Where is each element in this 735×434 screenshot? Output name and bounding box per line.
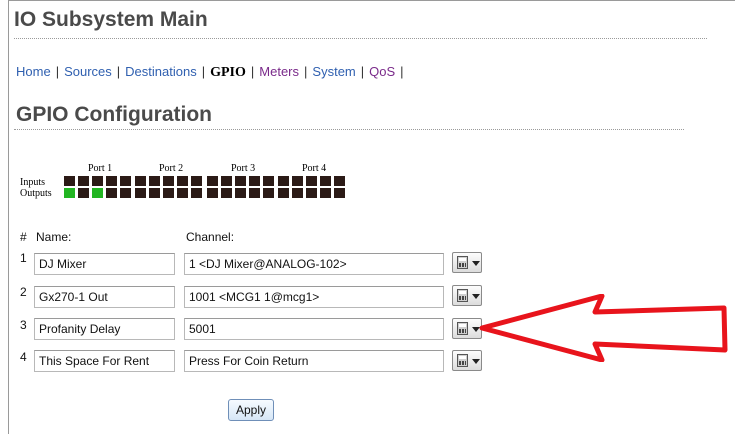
input-indicator <box>135 176 146 186</box>
input-indicator <box>120 176 131 186</box>
output-indicator <box>191 188 202 198</box>
row-number: 1 <box>20 251 27 265</box>
input-indicator <box>292 176 303 186</box>
calculator-icon <box>457 289 468 302</box>
red-arrow-annotation <box>479 294 728 362</box>
nav-separator: | <box>400 64 404 79</box>
input-indicator <box>191 176 202 186</box>
input-indicator <box>177 176 188 186</box>
nav-separator: | <box>116 64 121 79</box>
row-number: 2 <box>20 285 27 299</box>
output-indicator <box>78 188 89 198</box>
channel-field[interactable] <box>184 318 444 340</box>
nav-separator: | <box>201 64 206 79</box>
port-label: Port 4 <box>302 163 327 174</box>
nav-separator: | <box>55 64 60 79</box>
nav-separator: | <box>360 64 365 79</box>
section-title: GPIO Configuration <box>16 103 212 126</box>
name-field[interactable] <box>34 253 175 275</box>
input-indicator <box>235 176 246 186</box>
input-indicator <box>163 176 174 186</box>
port-label: Port 3 <box>231 163 256 174</box>
output-indicator <box>263 188 274 198</box>
output-indicator <box>106 188 117 198</box>
name-field[interactable] <box>34 350 175 372</box>
input-indicator <box>249 176 260 186</box>
nav-separator: | <box>250 64 255 79</box>
output-indicator <box>177 188 188 198</box>
name-field[interactable] <box>34 286 175 308</box>
name-field[interactable] <box>34 318 175 340</box>
output-indicator <box>249 188 260 198</box>
row-number: 3 <box>20 318 27 332</box>
column-header-num: # <box>20 230 27 244</box>
arrow-outline <box>479 294 728 362</box>
nav-separator: | <box>304 64 308 79</box>
output-indicator <box>320 188 331 198</box>
output-indicator <box>207 188 218 198</box>
nav-qos-link[interactable]: QoS <box>369 64 395 79</box>
output-indicator <box>92 188 103 198</box>
output-indicator <box>306 188 317 198</box>
row-number: 4 <box>20 350 27 364</box>
input-indicator <box>306 176 317 186</box>
title-divider <box>14 38 707 39</box>
inputs-row-label: Inputs <box>20 177 45 188</box>
channel-field[interactable] <box>184 350 444 372</box>
page-title: IO Subsystem Main <box>14 8 208 31</box>
output-indicator <box>149 188 160 198</box>
port-label: Port 2 <box>159 163 184 174</box>
channel-field[interactable] <box>184 286 444 308</box>
input-indicator <box>149 176 160 186</box>
calculator-icon <box>457 354 468 367</box>
channel-field[interactable] <box>184 253 444 275</box>
output-indicator <box>120 188 131 198</box>
column-header-name: Name: <box>36 230 72 244</box>
frame-border-top <box>8 0 735 1</box>
output-indicator <box>292 188 303 198</box>
calculator-icon <box>457 322 468 335</box>
calculator-icon <box>457 256 468 269</box>
output-indicator <box>135 188 146 198</box>
input-indicator <box>106 176 117 186</box>
nav-home-link[interactable]: Home <box>16 64 51 79</box>
apply-button[interactable]: Apply <box>228 399 274 421</box>
input-indicator <box>221 176 232 186</box>
nav-sources-link[interactable]: Sources <box>64 64 112 79</box>
input-indicator <box>334 176 345 186</box>
input-indicator <box>263 176 274 186</box>
output-indicator <box>334 188 345 198</box>
dropdown-arrow-icon <box>472 261 480 266</box>
output-indicator <box>163 188 174 198</box>
input-indicator <box>92 176 103 186</box>
outputs-row-label: Outputs <box>20 188 52 199</box>
input-indicator <box>207 176 218 186</box>
output-indicator <box>221 188 232 198</box>
input-indicator <box>320 176 331 186</box>
nav-destinations-link[interactable]: Destinations <box>125 64 197 79</box>
channel-picker-button[interactable] <box>452 252 482 273</box>
output-indicator <box>278 188 289 198</box>
frame-border-left <box>8 0 9 434</box>
port-label: Port 1 <box>88 163 113 174</box>
nav-system-link[interactable]: System <box>312 64 355 79</box>
output-indicator <box>64 188 75 198</box>
input-indicator <box>278 176 289 186</box>
section-divider <box>14 129 684 130</box>
input-indicator <box>64 176 75 186</box>
nav-gpio-link[interactable]: GPIO <box>210 65 246 80</box>
nav-bar: Home | Sources | Destinations | GPIO | Meters | Sy… <box>16 64 409 81</box>
input-indicator <box>78 176 89 186</box>
column-header-channel: Channel: <box>186 230 235 244</box>
nav-meters-link[interactable]: Meters <box>259 64 299 79</box>
output-indicator <box>235 188 246 198</box>
